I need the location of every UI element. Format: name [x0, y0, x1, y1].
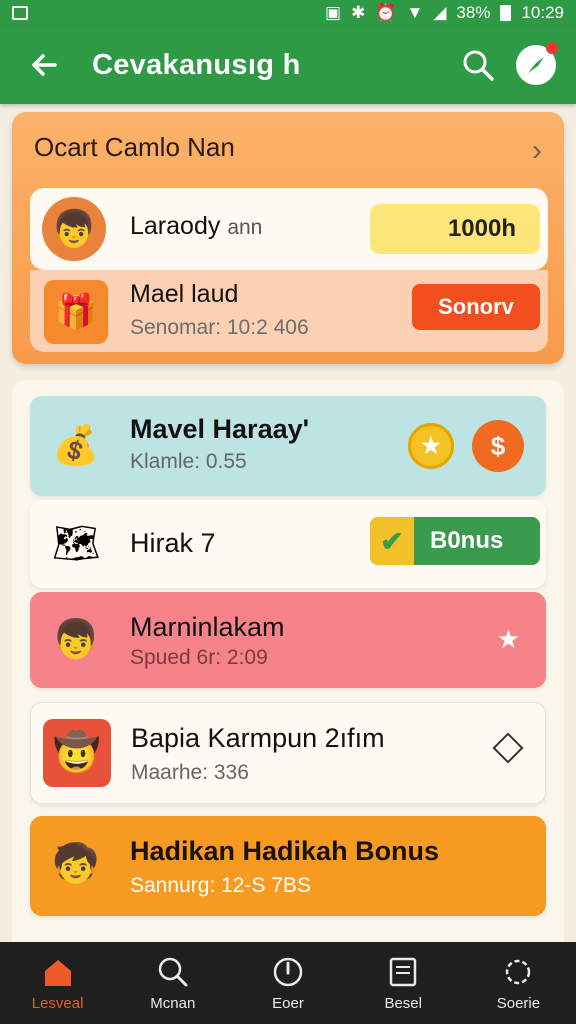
points-pill[interactable]: 1000h [370, 204, 540, 254]
signal-icon: ◢ [433, 3, 447, 22]
settings-icon [506, 959, 531, 984]
event-name: Mael laud [130, 280, 239, 308]
list-item[interactable]: 👦 Marninlakam Spued 6r: 2:09 ★ [30, 592, 546, 688]
map-icon: 🗺 [51, 523, 101, 565]
nav-settings-label: Soerie [496, 994, 541, 1012]
list-item-title: Hirak 7 [130, 528, 216, 558]
list-item[interactable]: 🤠 Bapia Karmpun 2ıfım Maarhe: 336 [30, 702, 546, 804]
search-icon [158, 957, 188, 986]
document-icon [389, 957, 417, 986]
compass-needle-icon [528, 57, 544, 73]
diamond-icon[interactable] [492, 732, 524, 764]
gold-coin-icon: ★ [408, 423, 454, 469]
notification-icon [12, 6, 28, 20]
app-title: Cevakanusıg h [92, 48, 301, 81]
bonus-button-label: B0nus [430, 527, 504, 554]
featured-card-user[interactable]: 👦 Laraody ann 1000h [30, 188, 548, 270]
status-right: ▣ ✱ ⏰ ▼ ◢ 38% 10:29 [325, 3, 564, 23]
nav-search[interactable]: Mcnan [115, 942, 230, 1024]
back-button[interactable] [20, 41, 68, 89]
check-icon: ✔ [370, 517, 414, 565]
status-left [12, 6, 28, 20]
list-item[interactable]: 💰 Mavel Haraay' Klamle: 0.55 ★ $ [30, 396, 546, 496]
nav-home-label: Lesveal [31, 994, 84, 1012]
star-icon[interactable]: ★ [497, 624, 520, 655]
nav-explore-label: Eoer [272, 994, 304, 1012]
alarm-icon: ⏰ [375, 3, 397, 22]
nav-explore[interactable]: Eoer [230, 942, 345, 1024]
search-button[interactable] [454, 41, 502, 89]
boy-avatar-icon: 👦 [52, 619, 100, 661]
list-item-subtitle: Maarhe: 336 [131, 761, 249, 784]
arrow-left-icon [32, 54, 57, 76]
list-item-title: Bapia Karmpun 2ıfım [131, 723, 385, 753]
user-name: Laraody ann [130, 212, 263, 240]
nav-document[interactable]: Besel [346, 942, 461, 1024]
bluetooth-icon: ✱ [351, 3, 366, 22]
list-item-subtitle: Klamle: 0.55 [130, 450, 247, 473]
nav-document-label: Besel [384, 994, 422, 1012]
search-icon [463, 50, 494, 81]
event-subtitle: Senomar: 10:2 406 [130, 316, 309, 339]
dollar-coin-button[interactable]: $ [472, 420, 524, 472]
notification-badge [546, 42, 558, 54]
coins-icon: 💰 [52, 425, 100, 467]
bonus-button[interactable]: ✔ B0nus [370, 517, 540, 565]
featured-card-event[interactable]: 🎁 Mael laud Senomar: 10:2 406 Sonorv [30, 270, 548, 352]
chevron-right-icon[interactable]: › [532, 134, 542, 168]
list-item-title: Hadikan Hadikah Bonus [130, 836, 440, 866]
home-icon [44, 959, 71, 986]
app-bar: Cevakanusıg h [0, 26, 576, 104]
list-item[interactable]: 🗺 Hirak 7 ✔ B0nus [30, 500, 546, 588]
list-item-subtitle: Spued 6r: 2:09 [130, 646, 268, 669]
panel-title: Ocart Camlo Nan [34, 132, 235, 162]
clock: 10:29 [521, 3, 564, 22]
farmer-avatar-icon: 🤠 [43, 719, 111, 787]
event-action-button[interactable]: Sonorv [412, 284, 540, 330]
profile-avatar-button[interactable] [516, 42, 558, 85]
list-item-title: Mavel Haraay' [130, 414, 310, 444]
hat-boy-avatar-icon: 🧒 [52, 843, 100, 885]
nav-search-label: Mcnan [150, 994, 196, 1012]
user-avatar-icon: 👦 [42, 197, 106, 261]
list-item[interactable]: 🧒 Hadikan Hadikah Bonus Sannurg: 12-S 7B… [30, 816, 546, 916]
nav-settings[interactable]: Soerie [461, 942, 576, 1024]
nfc-icon: ▣ [325, 3, 342, 22]
nav-home[interactable]: Lesveal [0, 942, 115, 1024]
list-item-title: Marninlakam [130, 612, 285, 642]
compass-icon [273, 957, 303, 986]
battery-icon [500, 5, 512, 21]
wifi-icon: ▼ [406, 3, 424, 22]
status-bar: ▣ ✱ ⏰ ▼ ◢ 38% 10:29 [0, 0, 576, 26]
gift-coins-icon: 🎁 [44, 280, 108, 344]
reward-list: 💰 Mavel Haraay' Klamle: 0.55 ★ $ 🗺 Hirak… [12, 380, 564, 960]
bottom-navigation: Lesveal Mcnan Eoer Besel Soerie [0, 942, 576, 1024]
featured-panel: Ocart Camlo Nan › 👦 Laraody ann 1000h 🎁 … [12, 112, 564, 364]
battery-percent: 38% [456, 3, 491, 22]
list-item-subtitle: Sannurg: 12-S 7BS [130, 874, 311, 897]
